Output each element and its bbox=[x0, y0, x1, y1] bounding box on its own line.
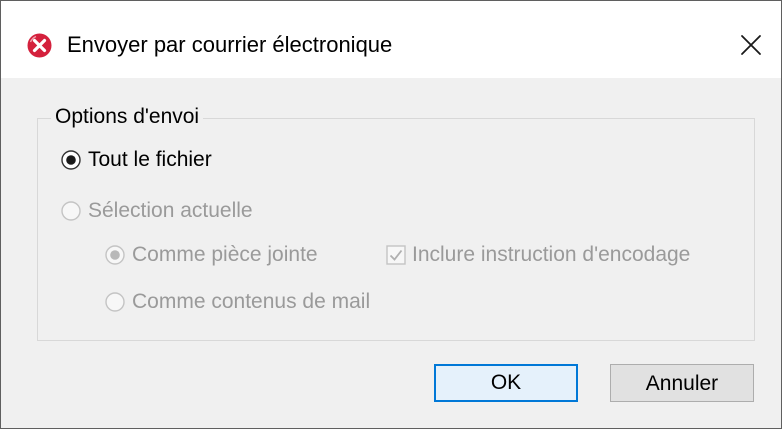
close-icon[interactable] bbox=[735, 29, 767, 61]
send-email-dialog: Envoyer par courrier électronique Option… bbox=[0, 0, 782, 429]
window-title: Envoyer par courrier électronique bbox=[67, 32, 393, 57]
as-attachment-label: Comme pièce jointe bbox=[132, 243, 318, 266]
whole-file-option[interactable]: Tout le fichier bbox=[61, 146, 212, 174]
current-selection-option[interactable]: Sélection actuelle bbox=[61, 197, 253, 225]
radio-checked-icon[interactable] bbox=[61, 150, 81, 170]
as-attachment-option[interactable]: Comme pièce jointe bbox=[105, 241, 318, 269]
include-encoding-label: Inclure instruction d'encodage bbox=[412, 243, 691, 266]
title-bar: Envoyer par courrier électronique bbox=[1, 1, 781, 78]
as-mail-content-option[interactable]: Comme contenus de mail bbox=[105, 288, 370, 316]
radio-unchecked-icon[interactable] bbox=[105, 292, 125, 312]
radio-checked-icon[interactable] bbox=[105, 245, 125, 265]
ok-button[interactable]: OK bbox=[434, 364, 578, 402]
include-encoding-option[interactable]: Inclure instruction d'encodage bbox=[386, 241, 690, 269]
checkbox-checked-icon[interactable] bbox=[386, 245, 406, 265]
send-options-group-title: Options d'envoi bbox=[51, 103, 204, 131]
whole-file-label: Tout le fichier bbox=[88, 148, 212, 171]
cancel-button[interactable]: Annuler bbox=[610, 364, 754, 402]
radio-unchecked-icon[interactable] bbox=[61, 201, 81, 221]
current-selection-label: Sélection actuelle bbox=[88, 199, 253, 222]
app-icon bbox=[27, 33, 52, 58]
as-mail-content-label: Comme contenus de mail bbox=[132, 290, 371, 313]
